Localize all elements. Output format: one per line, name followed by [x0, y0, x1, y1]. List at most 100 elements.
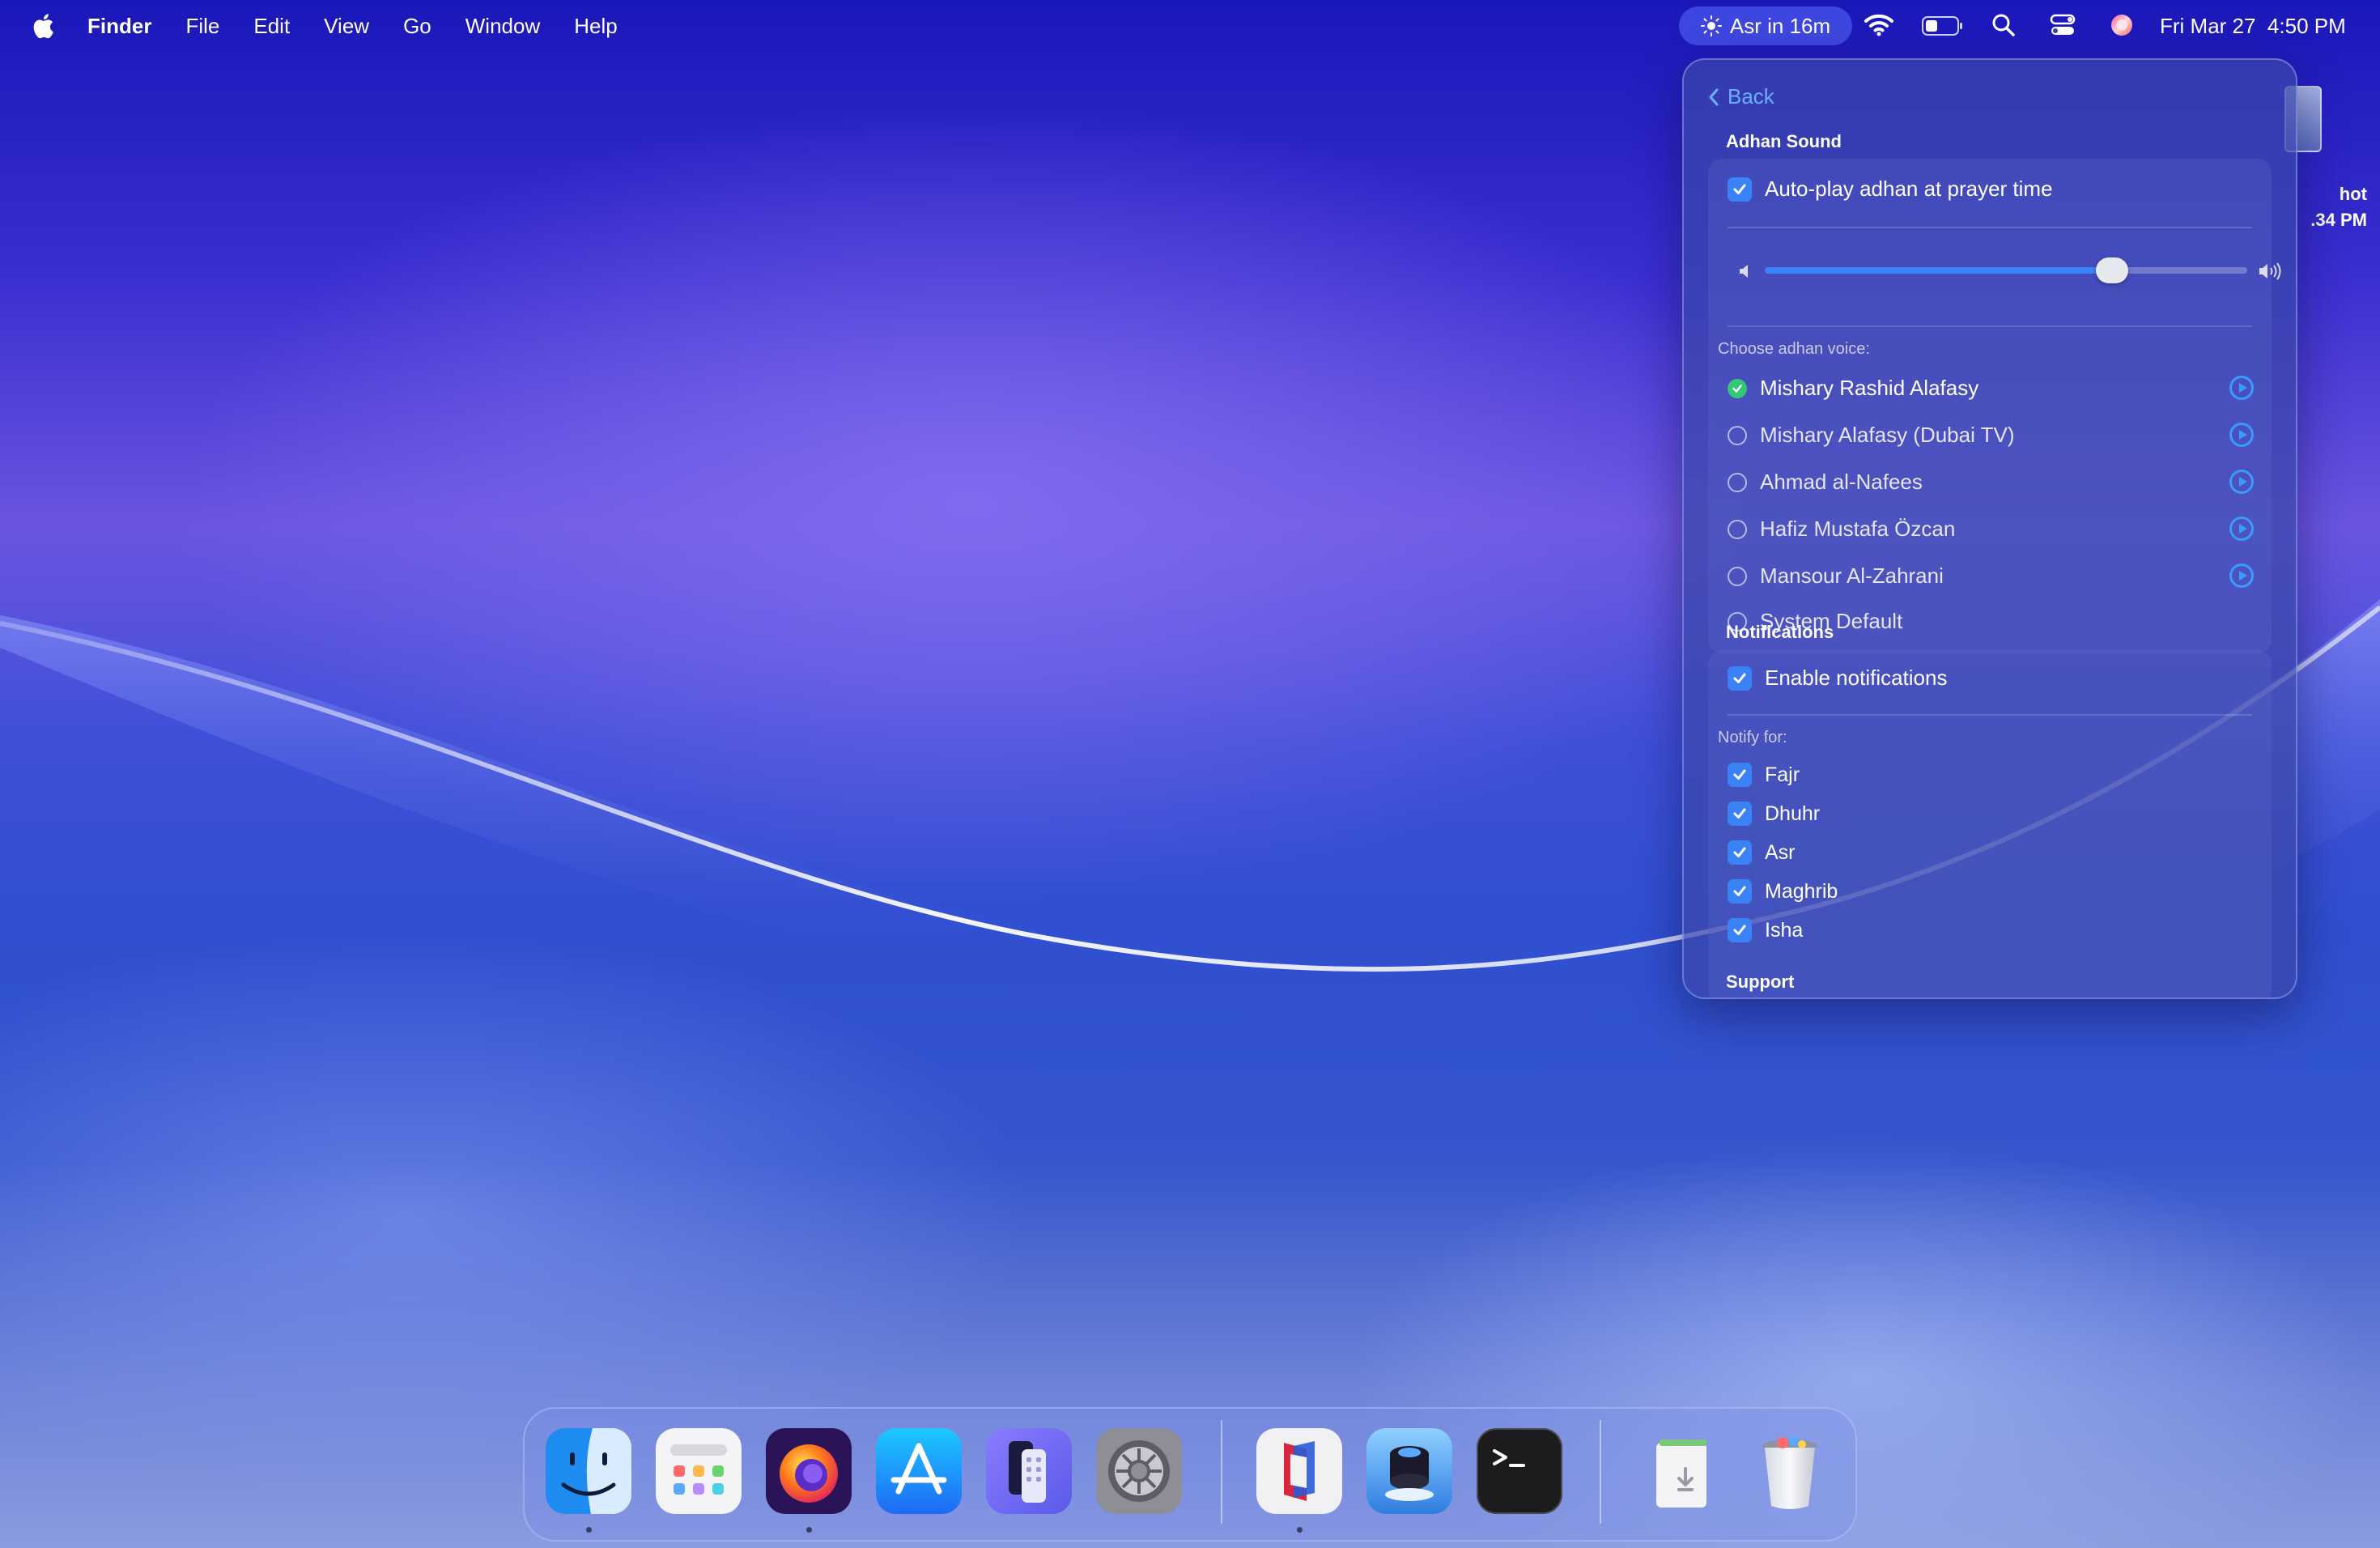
voice-name: Mishary Alafasy (Dubai TV): [1760, 423, 2015, 447]
checkmark-icon: [1733, 808, 1746, 819]
play-preview-button[interactable]: [2229, 517, 2254, 541]
prayer-notify-row-maghrib[interactable]: Maghrib: [1728, 879, 1838, 904]
voice-radio[interactable]: [1728, 425, 1747, 445]
voice-option[interactable]: Mansour Al-Zahrani: [1728, 563, 1944, 589]
adhan-sound-card: Auto-play adhan at prayer time Choose ad…: [1708, 159, 2281, 654]
prayer-settings-panel: Back Adhan Sound Auto-play adhan at pray…: [1682, 58, 2297, 999]
menu-go[interactable]: Go: [403, 14, 431, 39]
menu-bar: Finder File Edit View Go Window Help: [0, 0, 2380, 52]
voice-option[interactable]: Hafiz Mustafa Özcan: [1728, 517, 1955, 542]
prayer-checkbox[interactable]: [1728, 879, 1752, 904]
prayer-checkbox[interactable]: [1728, 802, 1752, 826]
voice-radio[interactable]: [1728, 519, 1747, 539]
prayer-notify-row-dhuhr[interactable]: Dhuhr: [1728, 802, 1820, 826]
menubar-time: 4:50 PM: [2267, 14, 2346, 38]
enable-notifications-label: Enable notifications: [1765, 666, 1948, 690]
siri-icon[interactable]: [2110, 13, 2134, 37]
checkmark-icon: [1733, 847, 1746, 857]
menu-file[interactable]: File: [185, 14, 219, 39]
voice-option[interactable]: Mishary Rashid Alafasy: [1728, 376, 1978, 401]
dock-separator: [1600, 1420, 1601, 1524]
voice-radio[interactable]: [1728, 566, 1747, 586]
prayer-checkbox[interactable]: [1728, 763, 1752, 787]
checkmark-icon: [1732, 384, 1742, 393]
prayer-notify-row-isha[interactable]: Isha: [1728, 918, 1803, 942]
volume-slider-knob[interactable]: [2096, 257, 2129, 283]
enable-notifications-row[interactable]: Enable notifications: [1728, 666, 1947, 691]
play-preview-button[interactable]: [2229, 563, 2254, 588]
finder-icon[interactable]: [546, 1428, 631, 1514]
support-section-title: Support: [1726, 972, 1795, 992]
desktop-file-label[interactable]: hot .34 PM: [2310, 181, 2367, 233]
preview-icon[interactable]: [1366, 1428, 1452, 1514]
menubar-clock[interactable]: Fri Mar 27 4:50 PM: [2160, 0, 2346, 52]
system-settings-icon[interactable]: [1096, 1428, 1182, 1514]
launchpad-icon[interactable]: [656, 1428, 742, 1514]
battery-icon[interactable]: [1922, 16, 1964, 36]
sun-icon: [1700, 15, 1722, 36]
wifi-icon[interactable]: [1864, 13, 1894, 37]
play-preview-button[interactable]: [2229, 470, 2254, 494]
voice-option[interactable]: Ahmad al-Nafees: [1728, 470, 1923, 495]
checkmark-icon: [1733, 886, 1746, 896]
chevron-left-icon: [1709, 88, 1719, 105]
desktop-file-label-line2: .34 PM: [2310, 210, 2367, 230]
menu-window[interactable]: Window: [465, 14, 540, 39]
prayer-name: Isha: [1765, 918, 1804, 942]
adhan-section-title: Adhan Sound: [1726, 131, 1842, 151]
voice-name: Mansour Al-Zahrani: [1760, 563, 1944, 588]
volume-slider[interactable]: [1765, 257, 2247, 283]
dock-separator: [1221, 1420, 1222, 1524]
menu-view[interactable]: View: [324, 14, 369, 39]
prayer-status-menu[interactable]: Asr in 16m: [1679, 6, 1852, 45]
enable-notifications-checkbox[interactable]: [1728, 666, 1752, 691]
volume-low-icon: [1740, 265, 1748, 278]
voice-radio[interactable]: [1728, 472, 1747, 492]
prayer-name: Dhuhr: [1765, 802, 1821, 825]
choose-voice-label: Choose adhan voice:: [1718, 340, 1870, 358]
app-store-icon[interactable]: [876, 1428, 962, 1514]
apple-icon[interactable]: [31, 12, 55, 40]
volume-slider-fill: [1765, 267, 2113, 274]
voice-name: Mishary Rashid Alafasy: [1760, 376, 1979, 400]
notify-for-label: Notify for:: [1718, 729, 1787, 746]
prayer-notify-row-asr[interactable]: Asr: [1728, 840, 1796, 865]
parallels-icon[interactable]: [1256, 1428, 1342, 1514]
control-center-icon[interactable]: [2050, 13, 2076, 37]
running-indicator: [1297, 1527, 1303, 1533]
iphone-mirroring-icon[interactable]: [986, 1428, 1072, 1514]
autoplay-label: Auto-play adhan at prayer time: [1765, 176, 2053, 201]
back-button[interactable]: Back: [1708, 84, 1774, 109]
running-indicator: [806, 1527, 812, 1533]
prayer-checkbox[interactable]: [1728, 918, 1752, 942]
menu-help[interactable]: Help: [574, 14, 617, 39]
terminal-icon[interactable]: [1477, 1428, 1562, 1514]
play-preview-button[interactable]: [2229, 376, 2254, 400]
divider: [1728, 227, 2252, 228]
prayer-notify-row-fajr[interactable]: Fajr: [1728, 763, 1800, 787]
downloads-icon[interactable]: [1637, 1428, 1723, 1514]
autoplay-checkbox[interactable]: [1728, 176, 1752, 202]
trash-icon[interactable]: [1747, 1428, 1833, 1514]
voice-radio-selected[interactable]: [1728, 378, 1747, 398]
firefox-icon[interactable]: [766, 1428, 852, 1514]
menu-app-finder[interactable]: Finder: [87, 14, 151, 39]
checkmark-icon: [1733, 925, 1746, 935]
voice-option[interactable]: Mishary Alafasy (Dubai TV): [1728, 423, 2015, 448]
running-indicator: [586, 1527, 592, 1533]
play-preview-button[interactable]: [2229, 423, 2254, 447]
volume-high-icon: [2259, 262, 2281, 280]
prayer-checkbox[interactable]: [1728, 840, 1752, 865]
voice-name: Ahmad al-Nafees: [1760, 470, 1923, 494]
prayer-status-text: Asr in 16m: [1729, 13, 1831, 38]
search-icon[interactable]: [1991, 13, 2016, 37]
autoplay-row[interactable]: Auto-play adhan at prayer time: [1728, 176, 2053, 202]
desktop-file-label-line1: hot: [2339, 184, 2367, 204]
notifications-section-title: Notifications: [1726, 622, 1834, 642]
checkmark-icon: [1733, 673, 1746, 683]
voice-name: Hafiz Mustafa Özcan: [1760, 517, 1956, 541]
divider: [1728, 325, 2252, 327]
menubar-date: Fri Mar 27: [2160, 14, 2256, 38]
menu-edit[interactable]: Edit: [253, 14, 290, 39]
checkmark-icon: [1733, 184, 1746, 194]
